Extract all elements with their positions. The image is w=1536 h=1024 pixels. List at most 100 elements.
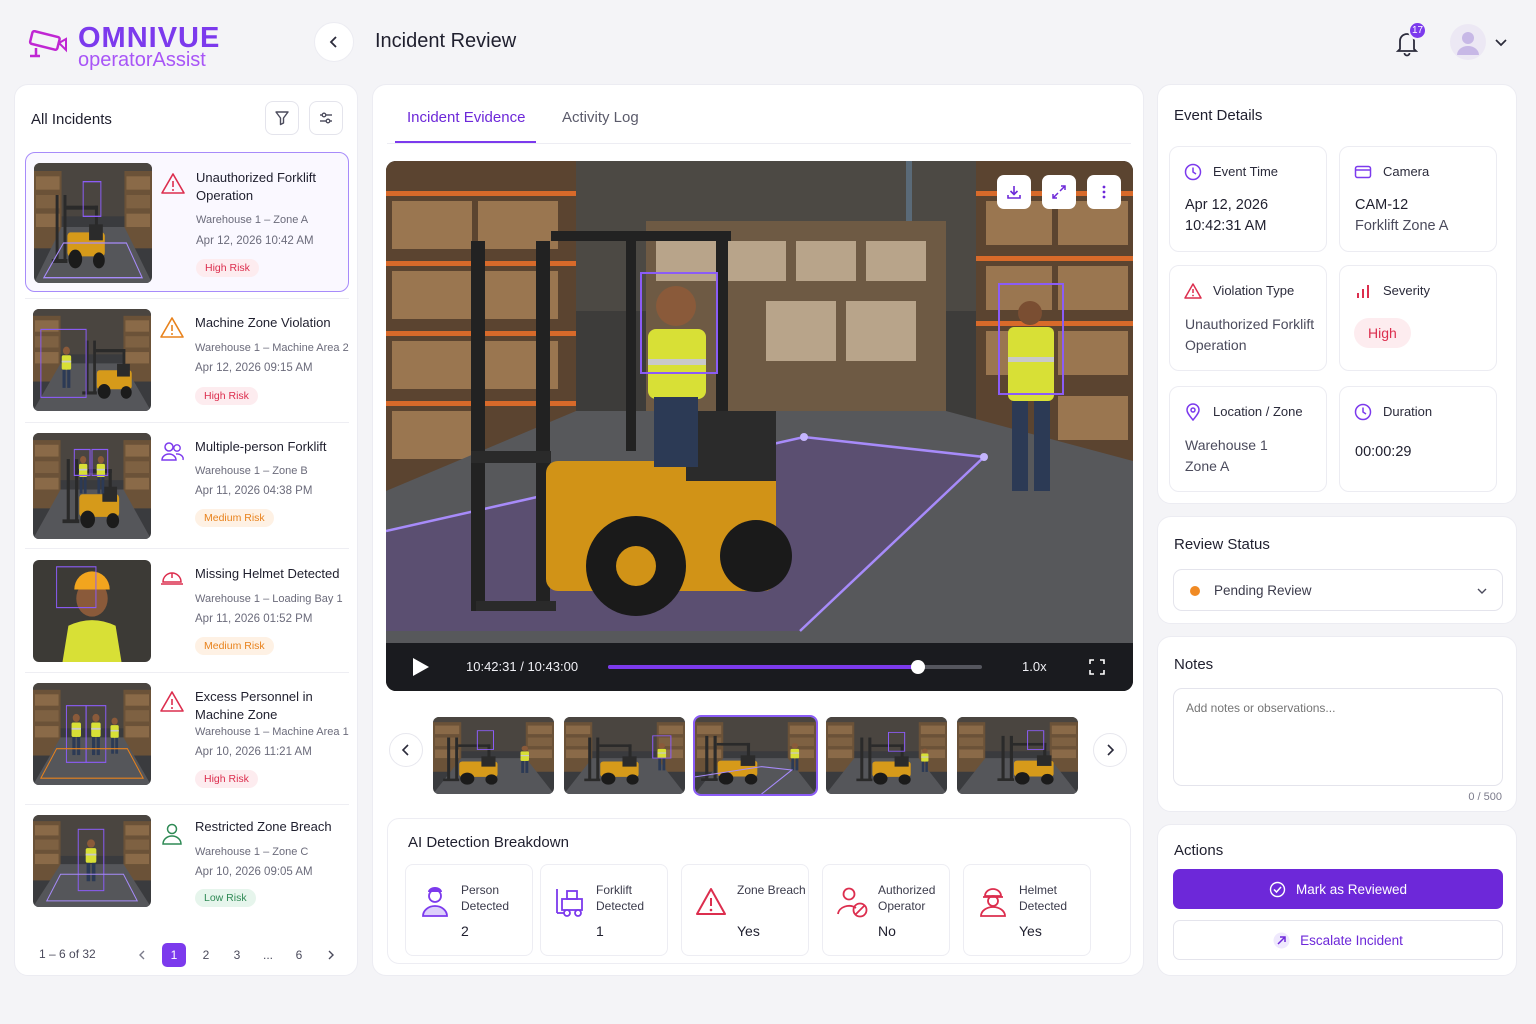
download-button[interactable] <box>997 175 1031 209</box>
ai-card-value: No <box>878 923 896 939</box>
incident-thumbnail <box>34 163 152 283</box>
incident-thumbnail <box>33 683 151 785</box>
ai-card-helmet: Helmet Detected Yes <box>963 864 1091 956</box>
filter-button[interactable] <box>265 101 299 135</box>
location-value: Warehouse 1 Zone A <box>1185 435 1268 477</box>
incident-thumbnail <box>33 560 151 662</box>
camera-id: CAM-12 <box>1355 197 1409 213</box>
progress-knob[interactable] <box>911 660 926 674</box>
duration-label: Duration <box>1383 404 1433 419</box>
incident-item[interactable]: Multiple-person Forklift Warehouse 1 – Z… <box>25 425 349 565</box>
violation-type-label: Violation Type <box>1213 283 1295 298</box>
review-status-panel: Review Status Pending Review <box>1157 516 1517 624</box>
divider <box>25 422 349 423</box>
progress-fill <box>608 665 919 669</box>
chevron-left-icon <box>139 950 145 960</box>
incident-location: Warehouse 1 – Zone A <box>196 214 309 226</box>
signal-bars-icon <box>1357 285 1369 298</box>
thumbnails-next-button[interactable] <box>1093 733 1127 767</box>
incident-item[interactable]: Missing Helmet Detected Warehouse 1 – Lo… <box>25 552 349 692</box>
warning-icon <box>160 691 184 712</box>
ai-card-value: 1 <box>596 923 604 939</box>
incident-title: Restricted Zone Breach <box>195 819 332 834</box>
event-time-value: Apr 12, 2026 10:42:31 AM <box>1185 195 1268 237</box>
download-icon <box>1007 186 1021 199</box>
warning-icon <box>1184 283 1202 299</box>
risk-badge: High Risk <box>196 259 259 277</box>
page-ellipsis: ... <box>262 948 273 962</box>
escalate-button[interactable]: Escalate Incident <box>1173 920 1503 960</box>
logo: OMNIVUE operatorAssist <box>28 22 258 74</box>
next-page-button[interactable] <box>319 943 343 967</box>
progress-bar[interactable] <box>608 660 982 674</box>
incident-date: Apr 10, 2026 11:21 AM <box>195 746 312 758</box>
users-icon <box>161 442 184 461</box>
incident-item[interactable]: Machine Zone Violation Warehouse 1 – Mac… <box>25 301 349 441</box>
camera-logo-icon <box>28 30 67 58</box>
thumbnails-prev-button[interactable] <box>389 733 423 767</box>
avatar[interactable] <box>1450 24 1486 60</box>
sort-button[interactable] <box>309 101 343 135</box>
video-player[interactable]: 10:42:31 / 10:43:00 1.0x <box>386 161 1133 691</box>
expand-button[interactable] <box>1042 175 1076 209</box>
chevron-down-icon <box>1477 588 1487 594</box>
ai-card-authorized-operator: Authorized Operator No <box>822 864 950 956</box>
page-button[interactable]: 6 <box>287 943 311 967</box>
chevron-right-icon <box>1107 744 1115 756</box>
actions-title: Actions <box>1174 842 1224 859</box>
incident-location: Warehouse 1 – Loading Bay 1 <box>195 593 343 605</box>
more-options-button[interactable] <box>1087 175 1121 209</box>
video-frame <box>386 161 1133 643</box>
event-time-card: Event Time Apr 12, 2026 10:42:31 AM <box>1169 146 1327 252</box>
page-button[interactable]: 2 <box>194 943 218 967</box>
play-icon[interactable] <box>412 657 430 677</box>
incident-thumbnail <box>33 433 151 539</box>
status-dot <box>1190 586 1200 596</box>
ai-card-label: Authorized Operator <box>878 883 936 913</box>
fullscreen-icon[interactable] <box>1089 659 1105 675</box>
incident-item[interactable]: Restricted Zone Breach Warehouse 1 – Zon… <box>25 807 349 947</box>
violation-type-card: Violation Type Unauthorized Forklift Ope… <box>1169 265 1327 371</box>
review-status-select[interactable]: Pending Review <box>1173 569 1503 611</box>
page-button[interactable]: 1 <box>162 943 186 967</box>
ai-detection-breakdown: AI Detection Breakdown Person Detected 2… <box>387 818 1131 964</box>
incident-item[interactable]: Unauthorized Forklift Operation Warehous… <box>25 152 349 292</box>
warning-icon <box>161 173 185 194</box>
incident-location: Warehouse 1 – Zone B <box>195 465 308 477</box>
duration-card: Duration 00:00:29 <box>1339 386 1497 492</box>
back-button[interactable] <box>314 22 354 62</box>
notes-panel: Notes 0 / 500 <box>1157 636 1517 812</box>
chevron-down-icon[interactable] <box>1494 35 1508 49</box>
incident-item[interactable]: Excess Personnel in Machine Zone Warehou… <box>25 675 349 815</box>
playback-speed[interactable]: 1.0x <box>1022 659 1047 674</box>
person-icon <box>162 823 182 845</box>
filter-icon <box>275 111 289 126</box>
page-button[interactable]: 3 <box>225 943 249 967</box>
frame-thumbnail[interactable] <box>957 717 1078 794</box>
ai-card-label: Zone Breach <box>737 883 806 897</box>
mark-reviewed-button[interactable]: Mark as Reviewed <box>1173 869 1503 909</box>
frame-thumbnail[interactable] <box>433 717 554 794</box>
ai-card-label: Helmet Detected <box>1019 883 1068 913</box>
incident-title: Machine Zone Violation <box>195 315 331 330</box>
incident-thumbnail <box>33 815 151 907</box>
tab-incident-evidence[interactable]: Incident Evidence <box>407 109 525 126</box>
event-time-label: Event Time <box>1213 164 1279 179</box>
incident-date: Apr 12, 2026 10:42 AM <box>196 235 314 247</box>
notes-char-count: 0 / 500 <box>1468 791 1502 803</box>
divider <box>25 548 349 549</box>
user-icon <box>1457 32 1479 55</box>
violation-type-value: Unauthorized Forklift Operation <box>1185 316 1315 353</box>
frame-thumbnail[interactable] <box>564 717 685 794</box>
person-icon <box>422 887 448 917</box>
tab-activity-log[interactable]: Activity Log <box>562 109 639 126</box>
ai-breakdown-title: AI Detection Breakdown <box>408 834 569 851</box>
notes-input[interactable] <box>1173 688 1503 786</box>
divider <box>25 298 349 299</box>
frame-thumbnail-selected[interactable] <box>693 715 818 796</box>
prev-page-button[interactable] <box>130 943 154 967</box>
notification-badge: 17 <box>1408 21 1427 40</box>
frame-thumbnail[interactable] <box>826 717 947 794</box>
incident-thumbnail <box>33 309 151 411</box>
ai-card-label: Forklift Detected <box>596 883 645 913</box>
